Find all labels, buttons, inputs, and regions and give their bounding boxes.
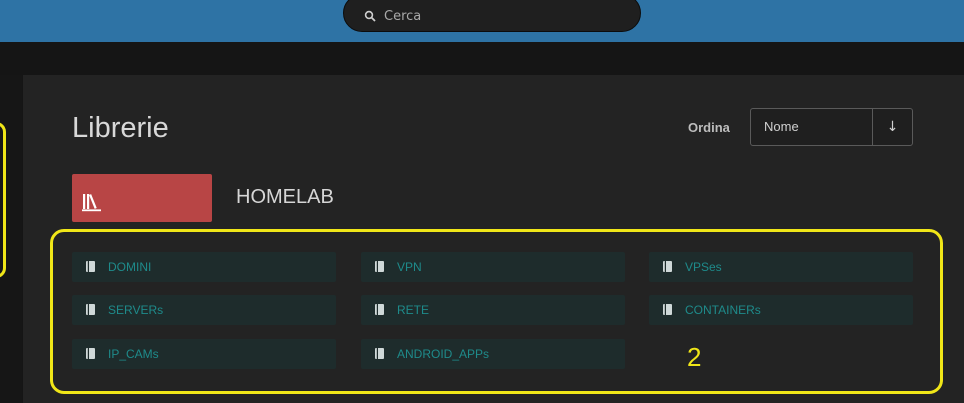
- search-bar[interactable]: [343, 0, 641, 32]
- book-icon: [663, 304, 675, 316]
- book-item-domini[interactable]: DOMINI: [72, 252, 336, 282]
- book-label: CONTAINERs: [685, 303, 761, 317]
- book-icon: [375, 261, 387, 273]
- book-icon: [86, 304, 98, 316]
- book-item-ip-cams[interactable]: IP_CAMs: [72, 339, 336, 369]
- book-icon: [86, 348, 98, 360]
- book-icon: [663, 261, 675, 273]
- left-highlight-annotation: [0, 122, 6, 278]
- book-label: SERVERs: [108, 303, 164, 317]
- book-icon: [86, 261, 98, 273]
- book-label: VPSes: [685, 260, 722, 274]
- book-item-servers[interactable]: SERVERs: [72, 295, 336, 325]
- book-icon: [375, 304, 387, 316]
- annotation-number: 2: [687, 342, 702, 372]
- book-item-vpses[interactable]: VPSes: [649, 252, 913, 282]
- sort-control: Nome ↓: [750, 108, 913, 146]
- library-icon: [82, 192, 102, 212]
- book-label: DOMINI: [108, 260, 152, 274]
- search-input[interactable]: [384, 8, 614, 24]
- library-name[interactable]: HOMELAB: [236, 186, 334, 209]
- book-item-vpn[interactable]: VPN: [361, 252, 625, 282]
- sort-direction-button[interactable]: ↓: [873, 109, 912, 145]
- book-label: IP_CAMs: [108, 347, 159, 361]
- sort-select[interactable]: Nome: [751, 109, 873, 145]
- page-title: Librerie: [72, 112, 169, 144]
- search-icon: [362, 8, 378, 24]
- book-label: ANDROID_APPs: [397, 347, 490, 361]
- book-item-android-apps[interactable]: ANDROID_APPs: [361, 339, 625, 369]
- top-bar: [0, 0, 964, 42]
- book-item-containers[interactable]: CONTAINERs: [649, 295, 913, 325]
- book-icon: [375, 348, 387, 360]
- sort-label: Ordina: [688, 120, 730, 135]
- arrow-down-icon: ↓: [886, 119, 899, 135]
- book-label: VPN: [397, 260, 422, 274]
- book-item-rete[interactable]: RETE: [361, 295, 625, 325]
- book-label: RETE: [397, 303, 430, 317]
